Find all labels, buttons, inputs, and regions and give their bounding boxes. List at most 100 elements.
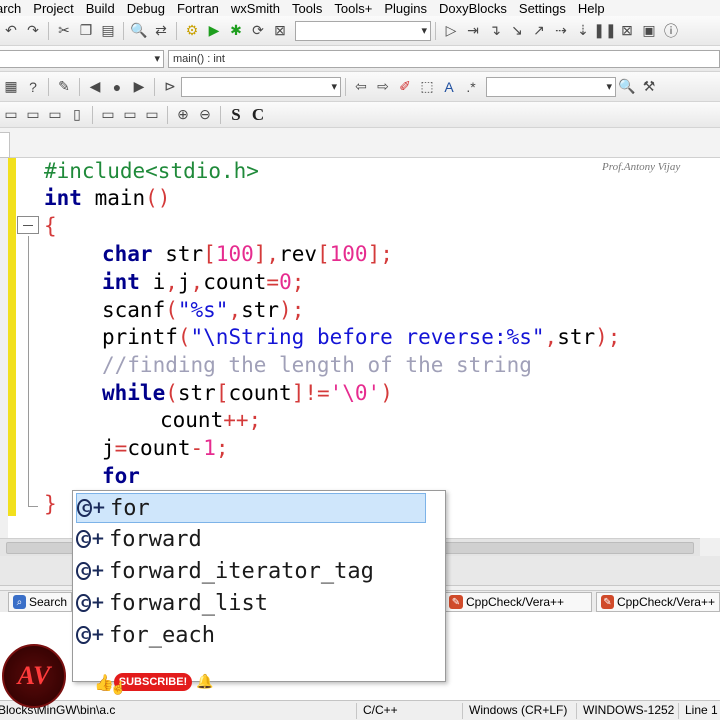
- c-button[interactable]: C: [248, 105, 268, 125]
- bell-icon: 🔔: [196, 673, 214, 689]
- layout-2-icon[interactable]: ▭: [23, 105, 43, 125]
- zoom-out-icon[interactable]: ⊖: [195, 105, 215, 125]
- undo-icon[interactable]: ↶: [1, 21, 21, 41]
- edit-icon[interactable]: ✎: [54, 77, 74, 97]
- toggle-bookmark-icon[interactable]: ●: [107, 77, 127, 97]
- menu-debug[interactable]: Debug: [127, 1, 171, 16]
- menu-tools-plus[interactable]: Tools+: [334, 1, 378, 16]
- autocomplete-item[interactable]: C + for_each: [76, 620, 215, 650]
- autocomplete-item[interactable]: C + for: [76, 493, 426, 523]
- token: [: [316, 242, 330, 266]
- menu-wxsmith[interactable]: wxSmith: [231, 1, 286, 16]
- tab-cppcheck-2[interactable]: ✎ CppCheck/Vera++: [596, 592, 720, 612]
- menu-fortran[interactable]: Fortran: [177, 1, 225, 16]
- prev-bookmark-icon[interactable]: ◀: [85, 77, 105, 97]
- help-icon[interactable]: ?: [23, 77, 43, 97]
- menu-help[interactable]: Help: [578, 1, 611, 16]
- next-bookmark-icon[interactable]: ▶: [129, 77, 149, 97]
- menu-tools[interactable]: Tools: [292, 1, 328, 16]
- frame-1-icon[interactable]: ▭: [98, 105, 118, 125]
- run-icon[interactable]: ▶: [204, 21, 224, 41]
- abort-icon[interactable]: ⊠: [270, 21, 290, 41]
- replace-icon[interactable]: ⇄: [151, 21, 171, 41]
- rebuild-icon[interactable]: ⟳: [248, 21, 268, 41]
- function-combo[interactable]: main() : int: [168, 49, 720, 68]
- symbol-combo[interactable]: ▾: [181, 76, 341, 97]
- jump-back-icon[interactable]: ⇦: [351, 77, 371, 97]
- token: count: [127, 436, 191, 460]
- code-line-13: }: [44, 492, 57, 516]
- tab-label: CppCheck/Vera++: [466, 595, 565, 609]
- code-line-1: #include<stdio.h>: [44, 158, 259, 185]
- code-line-12: for: [102, 464, 140, 488]
- regex-icon[interactable]: .*: [461, 77, 481, 97]
- build-gear-icon[interactable]: ⚙: [182, 21, 202, 41]
- menu-settings[interactable]: Settings: [519, 1, 572, 16]
- function-combo-value: main() : int: [173, 52, 225, 65]
- search-go-icon[interactable]: 🔍: [617, 77, 637, 97]
- scope-combo[interactable]: ▾: [0, 49, 164, 68]
- autocomplete-item[interactable]: C + forward_iterator_tag: [76, 556, 374, 586]
- build-target-combo[interactable]: ▾: [295, 20, 431, 41]
- token: i: [139, 270, 166, 294]
- code-line-2: int main(): [44, 185, 170, 212]
- highlight-icon[interactable]: ✐: [395, 77, 415, 97]
- step-instruction-icon[interactable]: ⇣: [573, 21, 593, 41]
- code-line-8: //finding the length of the string: [102, 353, 532, 377]
- run-to-cursor-icon[interactable]: ⇥: [463, 21, 483, 41]
- toolbar-separator: [345, 77, 346, 96]
- token: count: [160, 408, 224, 432]
- step-into-icon[interactable]: ↘: [507, 21, 527, 41]
- select-icon[interactable]: ⬚: [417, 77, 437, 97]
- menu-project[interactable]: Project: [33, 1, 79, 16]
- autocomplete-popup[interactable]: C + for C + forward C + forward_iterator_tag C…: [72, 490, 446, 682]
- layout-3-icon[interactable]: ▭: [45, 105, 65, 125]
- layout-1-icon[interactable]: ▭: [1, 105, 21, 125]
- info-icon[interactable]: ⓘ: [661, 21, 681, 41]
- redo-icon[interactable]: ↷: [23, 21, 43, 41]
- tab-cppcheck-1[interactable]: ✎ CppCheck/Vera++: [444, 592, 592, 612]
- search-combo[interactable]: ▾: [486, 76, 616, 97]
- debug-run-icon[interactable]: ▷: [441, 21, 461, 41]
- font-icon[interactable]: A: [439, 77, 459, 97]
- jump-forward-icon[interactable]: ⇨: [373, 77, 393, 97]
- paste-icon[interactable]: ▤: [98, 21, 118, 41]
- fold-marker[interactable]: [17, 216, 39, 234]
- s-button[interactable]: S: [226, 105, 246, 125]
- next-line-icon[interactable]: ↴: [485, 21, 505, 41]
- token: char: [102, 242, 153, 266]
- debug-windows-icon[interactable]: ▣: [639, 21, 659, 41]
- code-line-4: char str[100],rev[100];: [102, 241, 393, 268]
- autocomplete-item[interactable]: C + forward: [76, 524, 202, 554]
- menu-doxyblocks[interactable]: DoxyBlocks: [439, 1, 513, 16]
- zoom-in-icon[interactable]: ⊕: [173, 105, 193, 125]
- tab-search-results[interactable]: ⌕ Search: [8, 592, 72, 612]
- build-run-icon[interactable]: ✱: [226, 21, 246, 41]
- step-out-icon[interactable]: ↗: [529, 21, 549, 41]
- find-icon[interactable]: 🔍: [129, 21, 149, 41]
- menu-bar: arch Project Build Debug Fortran wxSmith…: [0, 0, 720, 16]
- code-editor[interactable]: Prof.Antony Vijay #include<stdio.h> int …: [0, 158, 720, 538]
- pause-icon[interactable]: ❚❚: [593, 21, 616, 41]
- jump-icon[interactable]: ⊳: [160, 77, 180, 97]
- editor-tab[interactable]: [0, 132, 10, 158]
- autocomplete-item[interactable]: C + forward_list: [76, 588, 268, 618]
- frame-2-icon[interactable]: ▭: [120, 105, 140, 125]
- token: (): [145, 186, 171, 210]
- menu-search[interactable]: arch: [0, 1, 27, 16]
- stop-icon[interactable]: ⊠: [617, 21, 637, 41]
- frame-3-icon[interactable]: ▭: [142, 105, 162, 125]
- line-gutter: [0, 158, 8, 538]
- code-line-9: while(str[count]!='\0'): [102, 380, 393, 407]
- options-icon[interactable]: ⚒: [639, 77, 659, 97]
- menu-plugins[interactable]: Plugins: [384, 1, 433, 16]
- copy-icon[interactable]: ❐: [76, 21, 96, 41]
- next-instruction-icon[interactable]: ⇢: [551, 21, 571, 41]
- layout-4-icon[interactable]: ▯: [67, 105, 87, 125]
- cut-icon[interactable]: ✂: [54, 21, 74, 41]
- menu-build[interactable]: Build: [86, 1, 121, 16]
- token: j: [177, 270, 191, 294]
- debug-icon[interactable]: ▦: [1, 77, 21, 97]
- fold-line: [28, 236, 29, 506]
- token: "\nString before reverse:%s": [190, 325, 545, 349]
